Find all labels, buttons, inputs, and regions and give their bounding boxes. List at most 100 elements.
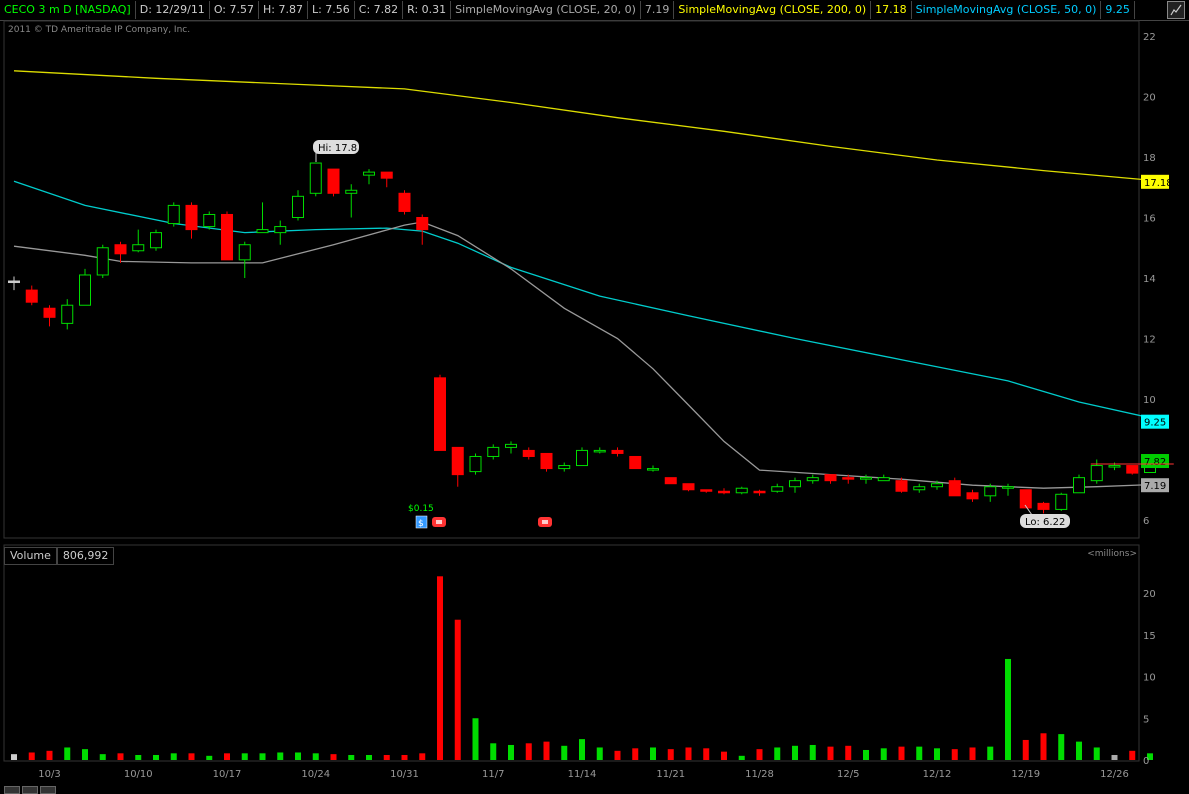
dividend-annotation[interactable]: $0.15 $ [408,504,434,529]
candle-body [416,217,429,231]
volume-bar [295,752,301,760]
sma200-line [13,70,1168,183]
candle-body [895,480,908,492]
dividend-icon-glyph: $ [418,519,424,529]
candle-body [451,446,464,476]
hi-annotation: Hi: 17.8 [313,140,359,162]
price-tags: 17.18 9.25 7.82 7.19 [1090,174,1174,493]
volume-bar [153,754,159,760]
candle-body [8,280,20,284]
volume-bar [188,753,195,760]
volume-bar [880,748,887,760]
sma200-price-tag-text: 17.18 [1144,178,1173,189]
volume-bar [1093,747,1100,760]
volume-bar-series [11,576,1153,760]
price-volume-chart[interactable]: 6810121416182022 05101520 10/310/1010/17… [0,0,1189,792]
volume-bar [170,753,177,760]
zoom-out-button[interactable] [4,786,20,794]
candle-body [43,307,56,318]
sma20-line [13,221,1168,489]
candle-body [593,449,606,453]
date-tick-label: 12/19 [1011,769,1040,780]
volume-tick-label: 15 [1143,631,1156,642]
volume-bar [64,747,71,760]
price-tick-label: 22 [1143,32,1156,43]
volume-bar [543,741,550,760]
candle-body [735,487,748,494]
settings-button[interactable] [40,786,56,794]
candle-body [274,226,287,234]
candle-body [558,465,571,470]
volume-bar [969,747,976,760]
candle-body [256,229,269,234]
close-price-tag-text: 7.82 [1144,457,1166,468]
volume-bar [827,746,834,760]
date-tick-label: 10/31 [390,769,419,780]
dividend-label: $0.15 [408,504,434,514]
candle-body [611,449,624,454]
volume-bar [650,747,656,760]
volume-bar [437,576,443,760]
volume-tick-label: 10 [1143,673,1156,684]
volume-bar [117,753,124,760]
candle-body [647,468,659,471]
date-tick-label: 11/7 [482,769,504,780]
date-tick-label: 11/21 [656,769,685,780]
volume-bar [863,749,869,760]
candle-body [167,204,180,225]
price-tick-label: 16 [1143,214,1156,225]
conference-call-phone-icon[interactable] [538,517,552,527]
candle-body [61,304,74,324]
volume-bar [1111,754,1118,760]
price-tick-label: 18 [1143,153,1156,164]
volume-bar [721,751,727,760]
price-axis: 6810121416182022 [1143,32,1156,527]
volume-bar [987,746,994,760]
volume-bar [579,739,585,760]
volume-bar [46,750,53,760]
candlestick-series [8,162,1156,514]
candle-body [913,486,926,491]
volume-bar [206,755,213,760]
sma20-price-tag-text: 7.19 [1144,481,1166,492]
date-tick-label: 10/17 [213,769,242,780]
candle-body [238,244,251,261]
volume-panel-frame [3,544,1140,762]
date-tick-label: 10/3 [38,769,60,780]
date-tick-label: 11/14 [568,769,597,780]
volume-bar [241,753,248,760]
volume-label[interactable]: Volume [4,547,57,565]
volume-bar [1022,739,1029,760]
volume-value: 806,992 [56,547,115,565]
candle-body [1090,465,1103,482]
volume-bar [419,753,426,760]
lo-label: Lo: 6.22 [1025,517,1065,528]
candle-body [860,477,872,480]
volume-bar [224,753,230,760]
volume-bar [508,744,514,760]
candle-body [522,449,535,457]
candle-body [576,449,588,467]
candle-body [664,477,677,485]
date-tick-label: 12/5 [837,769,859,780]
volume-bar [366,754,372,760]
volume-bar [756,749,763,760]
volume-bar [277,752,284,760]
volume-bar [845,745,852,760]
candle-body [96,247,109,276]
candle-body [931,483,943,488]
volume-tick-label: 5 [1143,714,1149,725]
volume-bar [703,748,710,760]
candle-body [185,204,198,231]
volume-bar [99,754,106,760]
candle-body [292,195,304,218]
earnings-phone-icon[interactable] [432,517,446,527]
volume-bar [809,744,816,760]
zoom-in-button[interactable] [22,786,38,794]
candle-body [1055,493,1068,510]
candle-body [203,213,216,228]
price-tick-label: 12 [1143,335,1156,346]
date-tick-label: 12/26 [1100,769,1129,780]
volume-bar [898,746,905,760]
candle-body [753,490,766,494]
